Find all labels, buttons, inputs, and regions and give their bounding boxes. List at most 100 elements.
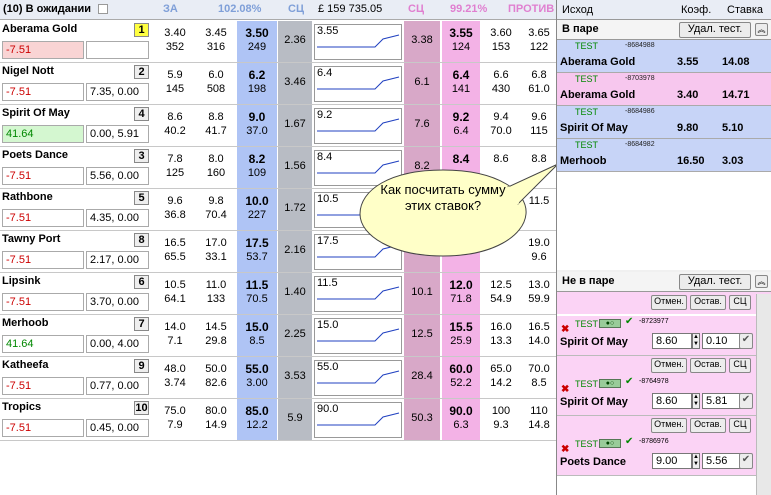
collapse-icon[interactable]: ︽ bbox=[755, 275, 768, 288]
back-price-2[interactable]: 6.0 508 bbox=[196, 63, 236, 104]
back-price-3[interactable]: 5.9 145 bbox=[155, 63, 195, 104]
keep-button[interactable]: Остав. bbox=[690, 418, 726, 433]
exposure-values: 0.77, 0.00 bbox=[86, 377, 149, 395]
price: 3.50 bbox=[245, 26, 269, 40]
matched-bet[interactable]: TEST -8703978 Aberama Gold 3.40 14.71 bbox=[557, 73, 771, 106]
size: 122 bbox=[529, 41, 549, 53]
keep-button[interactable]: Остав. bbox=[690, 295, 726, 310]
back-price-best[interactable]: 3.50 249 bbox=[237, 21, 277, 62]
back-price-2[interactable]: 14.5 29.8 bbox=[196, 315, 236, 356]
lay-price-2[interactable]: 6.6 430 bbox=[482, 63, 520, 104]
sp-button[interactable]: СЦ bbox=[729, 295, 751, 310]
back-price-2[interactable]: 17.0 33.1 bbox=[196, 231, 236, 272]
odds-spinner[interactable]: ▲ ▼ bbox=[692, 393, 700, 409]
lay-price-2[interactable]: 100 9.3 bbox=[482, 399, 520, 440]
size: 41.7 bbox=[205, 125, 227, 137]
bet-id: -8684988 bbox=[625, 42, 655, 49]
back-price-best[interactable]: 55.0 3.00 bbox=[237, 357, 277, 398]
scrollbar[interactable] bbox=[756, 294, 771, 495]
price: 90.0 bbox=[449, 404, 473, 418]
delete-x-icon[interactable]: ✖ bbox=[561, 444, 569, 455]
collapse-icon[interactable]: ︽ bbox=[755, 23, 768, 36]
back-price-3[interactable]: 7.8 125 bbox=[155, 147, 195, 188]
sp-back: 3.53 bbox=[278, 357, 312, 398]
delete-x-icon[interactable]: ✖ bbox=[561, 324, 569, 335]
price-chart: 11.5 bbox=[314, 276, 402, 312]
lay-price-3[interactable]: 70.0 8.5 bbox=[520, 357, 558, 398]
back-price-2[interactable]: 11.0 133 bbox=[196, 273, 236, 314]
bet-id: -8786976 bbox=[639, 438, 669, 445]
back-price-2[interactable]: 50.0 82.6 bbox=[196, 357, 236, 398]
price: 6.6 bbox=[493, 69, 509, 81]
back-price-2[interactable]: 9.8 70.4 bbox=[196, 189, 236, 230]
lay-price-best[interactable]: 12.0 71.8 bbox=[442, 273, 480, 314]
lay-price-2[interactable]: 16.0 13.3 bbox=[482, 315, 520, 356]
lay-price-2[interactable]: 3.60 153 bbox=[482, 21, 520, 62]
sp-button[interactable]: СЦ bbox=[729, 358, 751, 373]
delete-test-matched-button[interactable]: Удал. тест. bbox=[679, 22, 751, 38]
back-price-3[interactable]: 9.6 36.8 bbox=[155, 189, 195, 230]
lay-price-best[interactable]: 3.55 124 bbox=[442, 21, 480, 62]
back-price-3[interactable]: 3.40 352 bbox=[155, 21, 195, 62]
toggle-icon[interactable]: ●○ bbox=[599, 379, 621, 388]
delete-test-unmatched-button[interactable]: Удал. тест. bbox=[679, 274, 751, 290]
back-price-3[interactable]: 48.0 3.74 bbox=[155, 357, 195, 398]
cancel-button[interactable]: Отмен. bbox=[651, 358, 687, 373]
checkbox-icon[interactable] bbox=[98, 4, 108, 14]
back-price-3[interactable]: 14.0 7.1 bbox=[155, 315, 195, 356]
back-price-best[interactable]: 9.0 37.0 bbox=[237, 105, 277, 146]
matched-bet[interactable]: TEST -8684988 Aberama Gold 3.55 14.08 bbox=[557, 40, 771, 73]
cancel-button[interactable]: Отмен. bbox=[651, 418, 687, 433]
stake-input[interactable]: 5.56 bbox=[702, 453, 742, 469]
odds-spinner[interactable]: ▲ ▼ bbox=[692, 453, 700, 469]
confirm-check-icon[interactable]: ✔ bbox=[739, 333, 753, 349]
back-price-2[interactable]: 80.0 14.9 bbox=[196, 399, 236, 440]
lay-price-best[interactable]: 90.0 6.3 bbox=[442, 399, 480, 440]
lay-price-3[interactable]: 9.6 115 bbox=[520, 105, 558, 146]
confirm-check-icon[interactable]: ✔ bbox=[739, 393, 753, 409]
back-price-best[interactable]: 8.2 109 bbox=[237, 147, 277, 188]
lay-price-3[interactable]: 6.8 61.0 bbox=[520, 63, 558, 104]
toggle-icon[interactable]: ●○ bbox=[599, 319, 621, 328]
back-price-best[interactable]: 17.5 53.7 bbox=[237, 231, 277, 272]
toggle-icon[interactable]: ●○ bbox=[599, 439, 621, 448]
odds-input[interactable]: 8.60 bbox=[652, 333, 692, 349]
matched-bet[interactable]: TEST -8684986 Spirit Of May 9.80 5.10 bbox=[557, 106, 771, 139]
lay-price-best[interactable]: 6.4 141 bbox=[442, 63, 480, 104]
lay-price-best[interactable]: 15.5 25.9 bbox=[442, 315, 480, 356]
back-price-3[interactable]: 8.6 40.2 bbox=[155, 105, 195, 146]
lay-price-3[interactable]: 16.5 14.0 bbox=[520, 315, 558, 356]
runner-row: Nigel Nott 2 -7.51 7.35, 0.00 5.9 145 6.0 508 6.… bbox=[0, 63, 558, 105]
lay-price-2[interactable]: 12.5 54.9 bbox=[482, 273, 520, 314]
back-price-best[interactable]: 10.0 227 bbox=[237, 189, 277, 230]
unmatched-title: Не в паре bbox=[562, 275, 615, 287]
back-price-2[interactable]: 8.0 160 bbox=[196, 147, 236, 188]
sp-button[interactable]: СЦ bbox=[729, 418, 751, 433]
lay-price-2[interactable]: 65.0 14.2 bbox=[482, 357, 520, 398]
back-price-best[interactable]: 6.2 198 bbox=[237, 63, 277, 104]
lay-price-best[interactable]: 60.0 52.2 bbox=[442, 357, 480, 398]
back-price-3[interactable]: 16.5 65.5 bbox=[155, 231, 195, 272]
stake-input[interactable]: 5.81 bbox=[702, 393, 742, 409]
lay-price-3[interactable]: 3.65 122 bbox=[520, 21, 558, 62]
cancel-button[interactable]: Отмен. bbox=[651, 295, 687, 310]
back-price-best[interactable]: 15.0 8.5 bbox=[237, 315, 277, 356]
matched-bet[interactable]: TEST -8684982 Merhoob 16.50 3.03 bbox=[557, 139, 771, 172]
odds-spinner[interactable]: ▲ ▼ bbox=[692, 333, 700, 349]
lay-price-2[interactable]: 9.4 70.0 bbox=[482, 105, 520, 146]
back-price-2[interactable]: 3.45 316 bbox=[196, 21, 236, 62]
back-price-3[interactable]: 10.5 64.1 bbox=[155, 273, 195, 314]
lay-price-best[interactable]: 9.2 6.4 bbox=[442, 105, 480, 146]
lay-price-3[interactable]: 110 14.8 bbox=[520, 399, 558, 440]
delete-x-icon[interactable]: ✖ bbox=[561, 384, 569, 395]
stake-input[interactable]: 0.10 bbox=[702, 333, 742, 349]
lay-price-3[interactable]: 13.0 59.9 bbox=[520, 273, 558, 314]
back-price-2[interactable]: 8.8 41.7 bbox=[196, 105, 236, 146]
back-price-3[interactable]: 75.0 7.9 bbox=[155, 399, 195, 440]
keep-button[interactable]: Остав. bbox=[690, 358, 726, 373]
odds-input[interactable]: 8.60 bbox=[652, 393, 692, 409]
back-price-best[interactable]: 85.0 12.2 bbox=[237, 399, 277, 440]
odds-input[interactable]: 9.00 bbox=[652, 453, 692, 469]
confirm-check-icon[interactable]: ✔ bbox=[739, 453, 753, 469]
back-price-best[interactable]: 11.5 70.5 bbox=[237, 273, 277, 314]
